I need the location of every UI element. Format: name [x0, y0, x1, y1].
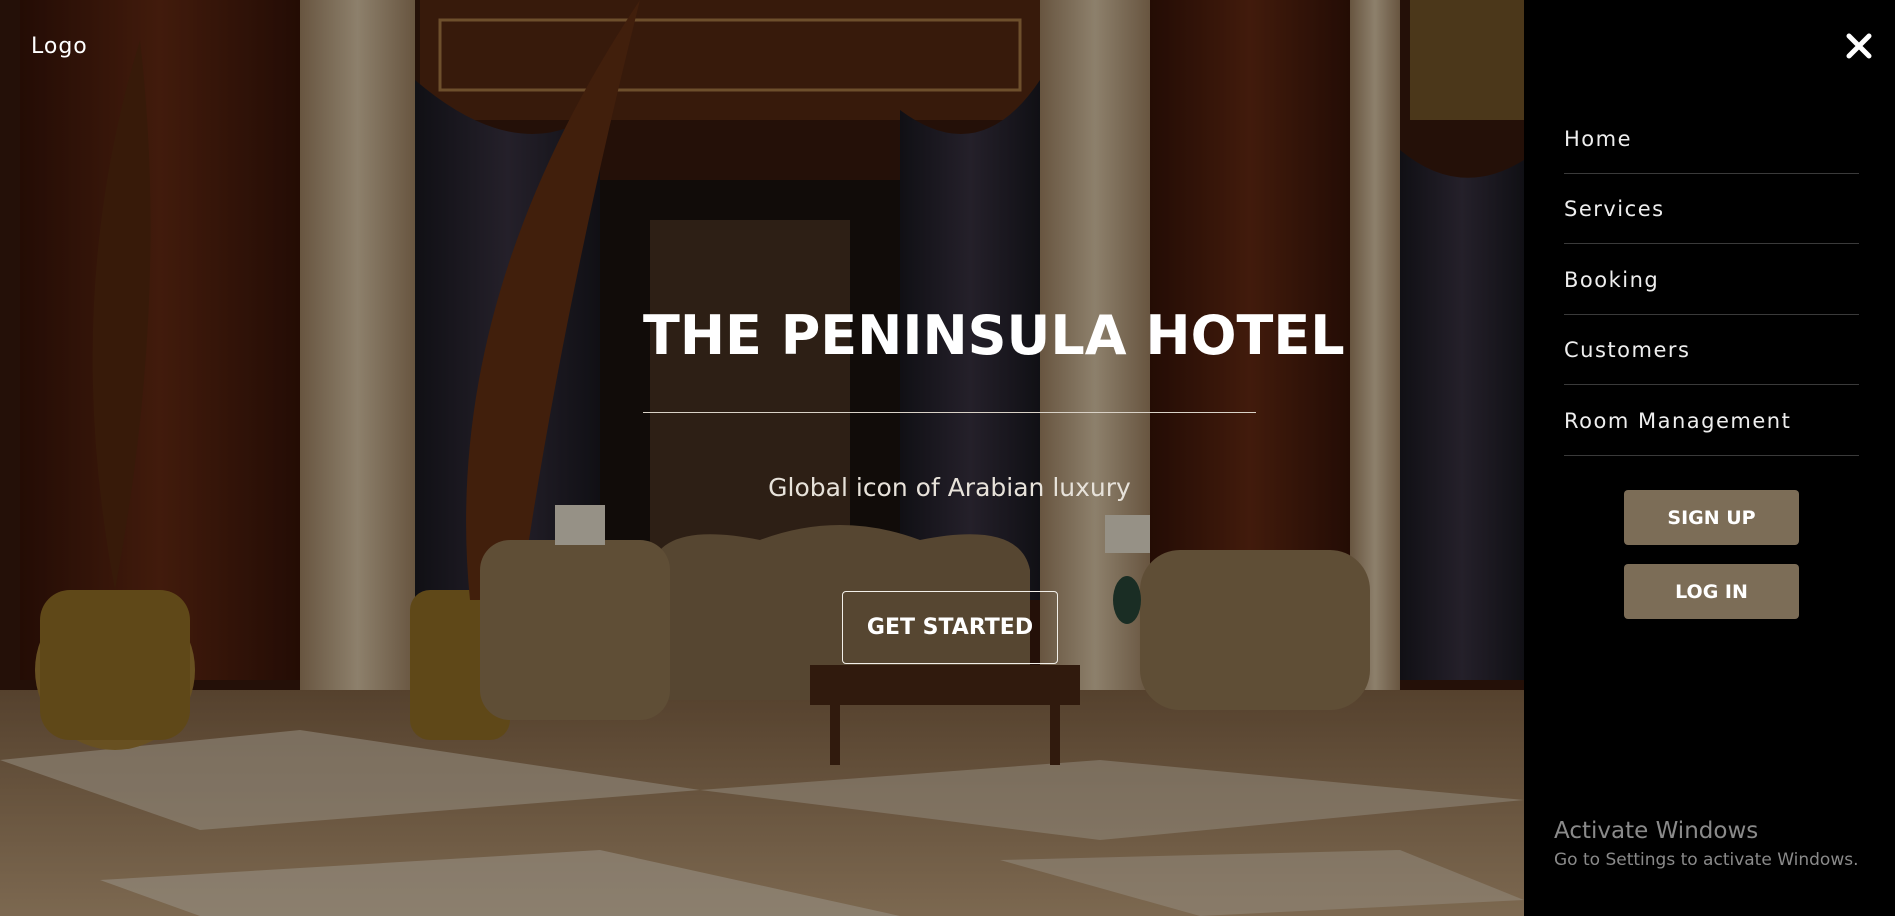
- nav-item-label[interactable]: Home: [1564, 127, 1632, 151]
- nav-item-room-management[interactable]: Room Management: [1564, 385, 1859, 456]
- title-divider: [643, 412, 1256, 413]
- nav-item-label[interactable]: Room Management: [1564, 409, 1791, 433]
- nav-item-booking[interactable]: Booking: [1564, 244, 1859, 315]
- nav-menu: Home Services Booking Customers Room Man…: [1564, 103, 1859, 456]
- nav-item-label[interactable]: Customers: [1564, 338, 1690, 362]
- nav-item-customers[interactable]: Customers: [1564, 315, 1859, 385]
- close-icon[interactable]: [1843, 30, 1875, 62]
- hero-subtitle: Global icon of Arabian luxury: [768, 473, 1131, 502]
- nav-item-label[interactable]: Services: [1564, 197, 1665, 221]
- sign-up-button[interactable]: SIGN UP: [1624, 490, 1799, 545]
- watermark-title: Activate Windows: [1554, 818, 1759, 844]
- watermark-text: Go to Settings to activate Windows.: [1554, 850, 1859, 870]
- nav-item-services[interactable]: Services: [1564, 174, 1859, 244]
- hero-title: THE PENINSULA HOTEL: [643, 304, 1345, 367]
- activate-windows-watermark: Activate Windows Go to Settings to activ…: [1554, 818, 1859, 870]
- nav-item-home[interactable]: Home: [1564, 103, 1859, 174]
- get-started-button[interactable]: GET STARTED: [842, 591, 1058, 664]
- log-in-button[interactable]: LOG IN: [1624, 564, 1799, 619]
- nav-item-label[interactable]: Booking: [1564, 268, 1659, 292]
